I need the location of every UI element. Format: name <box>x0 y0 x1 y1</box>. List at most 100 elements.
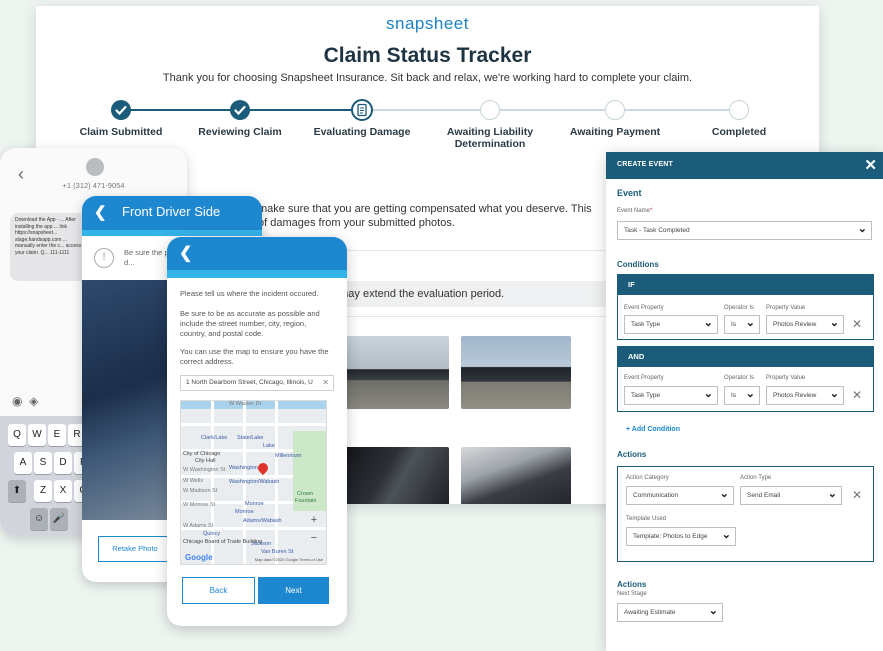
address-input[interactable]: 1 North Dearborn Street, Chicago, Illino… <box>180 375 334 391</box>
zoom-out-icon[interactable]: − <box>307 531 321 545</box>
remove-condition-icon[interactable]: ✕ <box>852 317 862 331</box>
condition-if-label: IF <box>618 275 873 295</box>
map-label: W Wells <box>183 478 204 484</box>
next-stage-select[interactable]: Awaiting Estimate ⌄ <box>617 603 723 622</box>
step-pending-dot <box>729 100 749 120</box>
property-value-select[interactable]: Photos Review ⌄ <box>766 315 844 334</box>
location-prompt: Please tell us where the incident occure… <box>180 289 319 298</box>
required-marker: * <box>650 208 653 214</box>
key[interactable]: S <box>34 452 52 474</box>
template-value: Template: Photos to Edge <box>633 533 708 540</box>
map-label: W Monroe St <box>183 502 216 508</box>
step-done-check-icon <box>230 100 250 120</box>
key[interactable]: A <box>14 452 32 474</box>
add-condition-link[interactable]: + Add Condition <box>626 426 680 433</box>
key[interactable]: X <box>54 480 72 502</box>
close-icon[interactable]: ✕ <box>864 156 877 174</box>
col-operator: Operator Is <box>724 375 755 381</box>
chevron-down-icon: ⌄ <box>829 388 839 400</box>
chevron-down-icon: ⌄ <box>857 223 867 235</box>
map-label: W Wacker Dr <box>229 401 262 407</box>
event-property-select[interactable]: Task Type ⌄ <box>624 386 718 405</box>
shift-icon[interactable]: ⬆ <box>8 480 26 502</box>
location-map[interactable]: W Wacker Dr Clark/Lake State/Lake Lake M… <box>180 400 327 565</box>
clear-icon[interactable]: ✕ <box>322 376 329 390</box>
location-map-hint: You can use the map to ensure you have t… <box>180 347 329 366</box>
microphone-icon[interactable]: 🎤 <box>50 508 68 530</box>
section-event: Event <box>617 188 642 198</box>
col-action-type: Action Type <box>740 475 772 481</box>
map-label: Clark/Lake <box>201 435 228 441</box>
damage-photo[interactable] <box>342 447 449 504</box>
location-header: ❮ <box>167 237 347 270</box>
key[interactable]: E <box>48 424 66 446</box>
map-label: Adams/Wabash <box>243 518 282 524</box>
next-stage-value: Awaiting Estimate <box>624 609 676 616</box>
back-arrow-icon[interactable]: ❮ <box>94 203 107 221</box>
chevron-down-icon: ⌄ <box>745 388 755 400</box>
chevron-down-icon: ⌄ <box>703 388 713 400</box>
section-actions: Actions <box>617 450 647 459</box>
remove-action-icon[interactable]: ✕ <box>852 488 862 502</box>
back-arrow-icon[interactable]: ❮ <box>179 243 192 263</box>
map-label: City Hall <box>195 458 216 464</box>
emoji-icon[interactable]: ☺ <box>30 508 48 530</box>
col-event-property: Event Property <box>624 375 664 381</box>
location-instructions: Be sure to be as accurate as possible an… <box>180 309 320 338</box>
step-done-check-icon <box>111 100 131 120</box>
tagline: Thank you for choosing Snapsheet Insuran… <box>162 72 693 84</box>
map-label: Lake <box>263 443 275 449</box>
retake-photo-button[interactable]: Retake Photo <box>98 536 172 562</box>
key[interactable]: W <box>28 424 46 446</box>
operator-value: Is <box>731 392 737 399</box>
zoom-in-icon[interactable]: + <box>307 513 321 527</box>
operator-select[interactable]: Is ⌄ <box>724 315 760 334</box>
step-label: Completed <box>711 126 767 138</box>
action-type-value: Send Email <box>747 492 781 499</box>
template-label: Template Used <box>626 516 667 522</box>
remove-condition-icon[interactable]: ✕ <box>852 388 862 402</box>
event-property-select[interactable]: Task Type ⌄ <box>624 315 718 334</box>
key[interactable]: Z <box>34 480 52 502</box>
damage-photo[interactable] <box>461 336 571 409</box>
key[interactable]: D <box>54 452 72 474</box>
operator-select[interactable]: Is ⌄ <box>724 386 760 405</box>
map-label: Millennium <box>275 453 302 459</box>
map-label: Washington <box>229 465 258 471</box>
property-value-value: Photos Review <box>773 321 817 328</box>
header-accent-strip <box>82 230 262 236</box>
create-event-panel: CREATE EVENT ✕ Event Event Name* Task - … <box>606 152 883 651</box>
back-button[interactable]: Back <box>182 577 255 604</box>
chevron-down-icon: ⌄ <box>721 529 731 541</box>
action-type-select[interactable]: Send Email ⌄ <box>740 486 842 505</box>
photo-title: Front Driver Side <box>122 204 221 219</box>
map-label: Monroe <box>245 501 264 507</box>
section-conditions: Conditions <box>617 260 659 269</box>
step-pending-dot <box>605 100 625 120</box>
template-select[interactable]: Template: Photos to Edge ⌄ <box>626 527 736 546</box>
next-button[interactable]: Next <box>258 577 329 604</box>
action-category-value: Communication <box>633 492 679 499</box>
condition-and-label: AND <box>618 347 873 367</box>
key[interactable]: Q <box>8 424 26 446</box>
step-label: Reviewing Claim <box>198 126 282 138</box>
panel-title: CREATE EVENT <box>617 161 673 168</box>
map-label: Quincy <box>203 531 221 537</box>
property-value-select[interactable]: Photos Review ⌄ <box>766 386 844 405</box>
map-label: Washington/Wabash <box>229 479 280 485</box>
location-phone: ❮ Please tell us where the incident occu… <box>167 237 347 626</box>
section-actions-next: Actions <box>617 580 647 589</box>
step-label: Awaiting Payment <box>569 126 661 138</box>
damage-photo[interactable] <box>461 447 571 504</box>
event-name-select[interactable]: Task - Task Completed ⌄ <box>617 221 872 240</box>
chevron-down-icon: ⌄ <box>829 317 839 329</box>
map-credit: Map data ©2020 Google Terms of Use <box>254 557 323 562</box>
chevron-down-icon: ⌄ <box>708 605 718 617</box>
event-property-value: Task Type <box>631 321 661 328</box>
damage-photo[interactable] <box>342 336 449 409</box>
map-label: W Adams St <box>183 523 214 529</box>
col-operator: Operator Is <box>724 305 755 311</box>
camera-icon[interactable]: ◉ ◈ <box>12 394 38 408</box>
action-category-select[interactable]: Communication ⌄ <box>626 486 734 505</box>
map-road <box>181 423 326 426</box>
